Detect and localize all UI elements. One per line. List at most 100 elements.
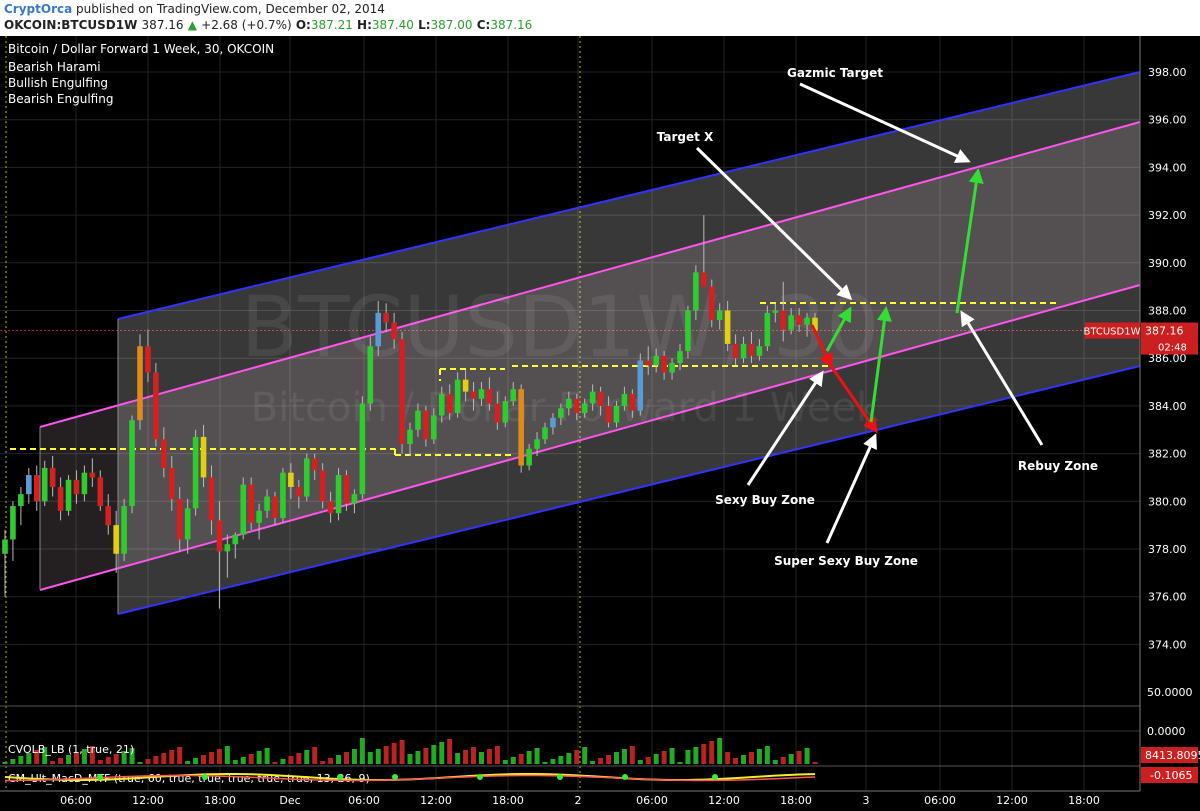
candle-body — [415, 410, 421, 430]
candle-body — [518, 389, 524, 466]
volume-bar — [534, 748, 540, 764]
candle-body — [446, 393, 453, 414]
candle-body — [685, 310, 691, 352]
y-tick-label: 378.00 — [1148, 543, 1187, 556]
low-value: 387.00 — [430, 18, 473, 32]
publisher-link[interactable]: CryptOrca — [4, 2, 72, 16]
volume-bar — [399, 740, 405, 764]
x-tick-label: 18:00 — [492, 794, 524, 807]
y-tick-label: 398.00 — [1148, 66, 1187, 79]
price-chart[interactable]: BTCUSD1W, 30 Bitcoin / Dollar Forward 1 … — [0, 36, 1200, 811]
publish-info: CryptOrca published on TradingView.com, … — [4, 2, 385, 16]
volume-bar — [725, 752, 731, 764]
y-tick-label: 376.00 — [1148, 591, 1187, 604]
candle-body — [335, 475, 342, 514]
volume-bar — [669, 748, 675, 764]
low-label: L: — [418, 18, 431, 32]
high-value: 387.40 — [371, 18, 414, 32]
cross-dot — [392, 774, 398, 780]
candle-body — [288, 472, 294, 487]
candle-body — [534, 439, 540, 449]
candle-body — [558, 408, 564, 418]
volume-bar — [137, 762, 143, 764]
volume-bar — [478, 752, 484, 764]
candle-body — [161, 439, 167, 468]
volume-bar — [367, 752, 373, 764]
candle-body — [240, 484, 247, 535]
y-tick-label: 388.00 — [1148, 305, 1187, 318]
volume-bar — [208, 752, 214, 764]
super-sexy-buy-zone-label: Super Sexy Buy Zone — [774, 554, 918, 568]
volume-bar — [18, 756, 24, 764]
candle-body — [129, 420, 135, 507]
candle-body — [542, 427, 548, 440]
candle-body — [319, 470, 326, 502]
candle-body — [208, 477, 215, 521]
volume-bar — [431, 745, 437, 764]
candle-body — [367, 346, 374, 404]
volume-bar — [764, 746, 770, 764]
volume-bar — [518, 754, 524, 764]
candle-body — [296, 486, 302, 497]
volume-bar — [598, 758, 604, 764]
volume-bar — [717, 738, 723, 764]
candle-body — [677, 351, 683, 363]
volume-bar — [177, 747, 183, 764]
volume-bar — [502, 760, 508, 764]
candle-body — [311, 458, 318, 471]
volume-bar — [804, 748, 810, 764]
cross-dot — [712, 774, 718, 780]
volume-bar — [343, 752, 349, 764]
volume-bar — [232, 760, 238, 764]
volume-bar — [741, 755, 747, 764]
x-tick-label: 3 — [863, 794, 870, 807]
volume-bar — [463, 750, 469, 764]
volume-bar — [248, 754, 254, 764]
candle-body — [327, 501, 334, 514]
candle-body — [383, 312, 389, 323]
volume-axis-label: 0.0000 — [1147, 725, 1186, 738]
open-value: 387.21 — [310, 18, 353, 32]
candle-body — [272, 496, 278, 518]
volume-bar — [328, 758, 334, 764]
candle-body — [502, 401, 509, 423]
volume-bar — [486, 749, 492, 764]
candle-body — [740, 343, 747, 359]
candle-body — [65, 479, 72, 511]
volume-bar — [733, 758, 739, 764]
volume-bar — [582, 747, 588, 764]
candle-body — [18, 494, 24, 507]
candle-body — [701, 272, 707, 287]
candle-body — [478, 389, 485, 399]
volume-bar — [312, 747, 318, 764]
volume-bar — [304, 750, 310, 764]
volume-bar — [685, 750, 691, 764]
volume-bar — [256, 751, 262, 764]
candle-body — [613, 405, 620, 423]
y-tick-label: 374.00 — [1148, 638, 1187, 651]
candle-body — [375, 312, 382, 347]
watermark-name: Bitcoin / Dollar Forward 1 Week — [251, 385, 880, 431]
volume-bar — [169, 750, 175, 764]
candle-body — [597, 391, 604, 406]
y-tick-label: 380.00 — [1148, 495, 1187, 508]
candle-body — [724, 310, 731, 344]
candle-body — [605, 405, 612, 423]
x-tick-label: 12:00 — [996, 794, 1028, 807]
candle-body — [81, 472, 88, 495]
volume-bar — [58, 758, 64, 764]
x-tick-label: 12:00 — [420, 794, 452, 807]
volume-bar — [264, 748, 270, 764]
candle-body — [343, 475, 350, 504]
volume-bar — [677, 762, 683, 764]
candle-body — [566, 398, 572, 409]
candle-body — [637, 360, 644, 411]
volume-bar — [542, 762, 548, 764]
watermark: BTCUSD1W, 30 Bitcoin / Dollar Forward 1 … — [241, 278, 881, 431]
volume-bar — [693, 747, 699, 764]
volume-bar — [185, 761, 191, 764]
volume-bar — [216, 749, 222, 764]
close-value: 387.16 — [490, 18, 533, 32]
candle-body — [57, 486, 64, 511]
volume-bar — [201, 755, 207, 764]
